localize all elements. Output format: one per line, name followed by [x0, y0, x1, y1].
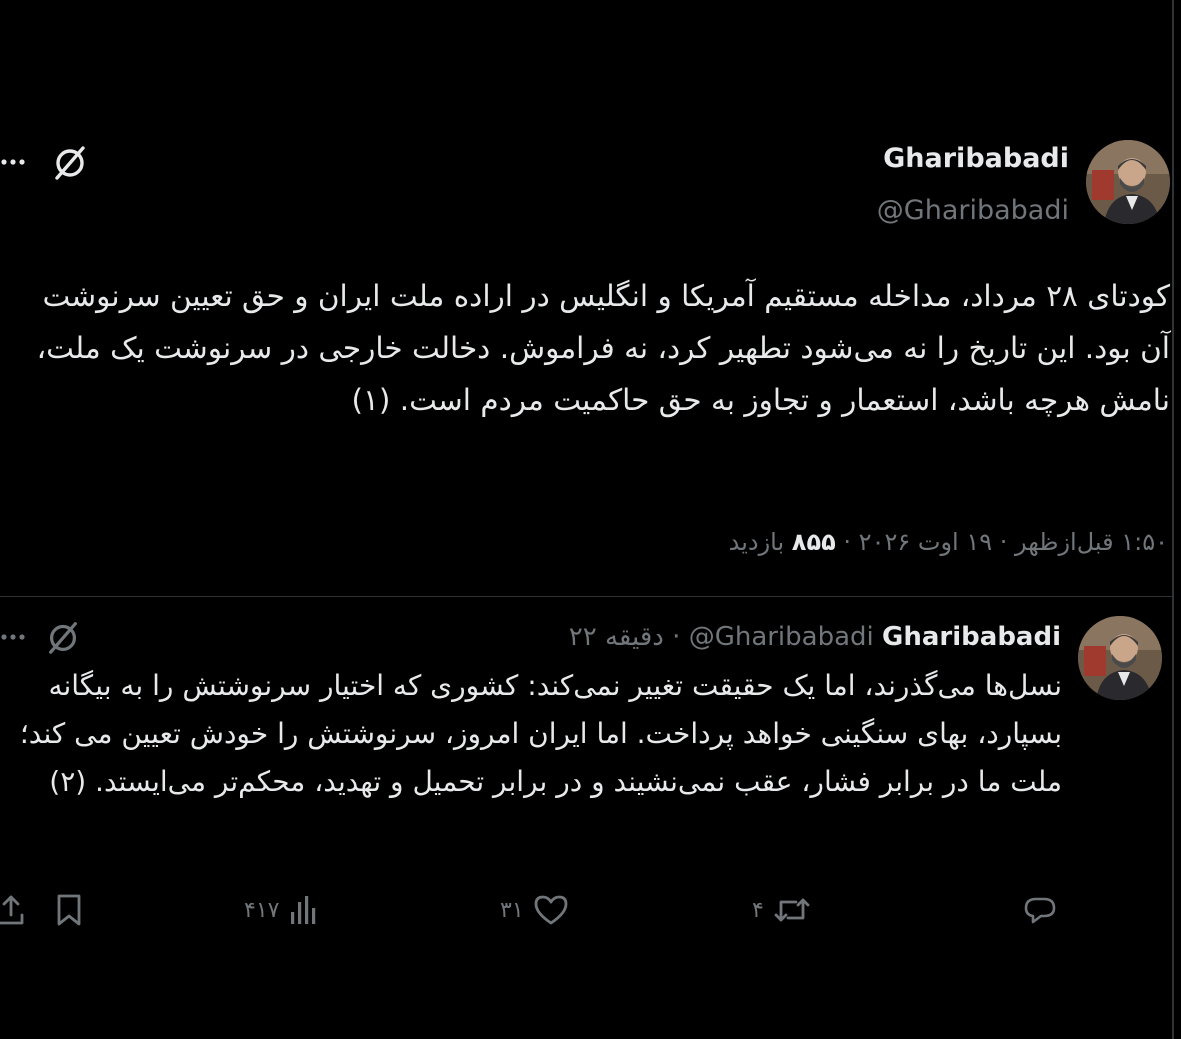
more-icon[interactable]: [0, 626, 30, 648]
author-name[interactable]: Gharibabadi: [877, 140, 1069, 178]
share-icon: [0, 891, 26, 929]
divider: [0, 596, 1172, 597]
more-icon[interactable]: [0, 150, 30, 174]
tweet-author[interactable]: Gharibabadi @Gharibabadi: [877, 140, 1069, 230]
views-count: ۴۱۷: [244, 897, 280, 923]
avatar[interactable]: [1086, 140, 1170, 224]
retweet-button[interactable]: ۴: [752, 888, 812, 932]
views-icon: [287, 892, 321, 928]
reply-author-handle[interactable]: @Gharibabadi: [689, 622, 874, 652]
retweet-count: ۴: [752, 897, 764, 923]
grok-icon[interactable]: [44, 618, 82, 656]
meta-separator: ·: [843, 528, 852, 556]
views-count: ۸۵۵: [791, 528, 836, 556]
reply-author-name[interactable]: Gharibabadi: [882, 622, 1061, 652]
reply-separator: ·: [672, 622, 681, 652]
views-label: بازدید: [728, 528, 785, 556]
bookmark-button[interactable]: [52, 888, 86, 932]
author-handle[interactable]: @Gharibabadi: [877, 192, 1069, 230]
reply-time[interactable]: ۲۲ دقیقه: [569, 622, 664, 652]
reply-icon: [1022, 892, 1058, 928]
reply-text: نسل‌ها می‌گذرند، اما یک حقیقت تغییر نمی‌…: [19, 669, 1062, 798]
reply-button[interactable]: [1022, 888, 1066, 932]
reply-header: ۲۲ دقیقه · @Gharibabadi Gharibabadi: [569, 618, 1061, 656]
tweet-text: کودتای ۲۸ مرداد، مداخله مستقیم آمریکا و …: [36, 279, 1170, 417]
heart-icon: [532, 892, 570, 928]
like-button[interactable]: ۳۱: [500, 888, 570, 932]
retweet-icon: [772, 892, 812, 928]
share-button[interactable]: [0, 888, 26, 932]
bookmark-icon: [52, 891, 86, 929]
tweet-time[interactable]: ۱:۵۰ قبل‌ازظهر: [1015, 528, 1168, 556]
grok-icon[interactable]: [50, 142, 90, 182]
tweet-metadata: ۱:۵۰ قبل‌ازظهر · ۱۹ اوت ۲۰۲۶ · ۸۵۵ بازدی…: [729, 522, 1168, 562]
views-button[interactable]: ۴۱۷: [244, 888, 321, 932]
meta-separator: ·: [999, 528, 1008, 556]
timeline-border: [1172, 0, 1174, 1039]
like-count: ۳۱: [500, 897, 524, 923]
tweet-date[interactable]: ۱۹ اوت ۲۰۲۶: [859, 528, 992, 556]
reply-avatar[interactable]: [1078, 616, 1162, 700]
